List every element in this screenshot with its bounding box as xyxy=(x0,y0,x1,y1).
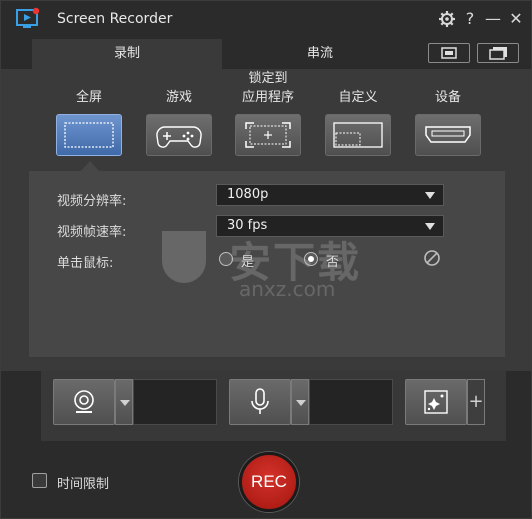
record-button[interactable]: REC xyxy=(239,452,299,512)
watermark-subtext: anxz.com xyxy=(239,277,336,301)
custom-region-icon[interactable] xyxy=(325,114,391,156)
mode-lock-label-line1: 锁定到 xyxy=(248,71,288,86)
mode-custom[interactable]: 自定义 xyxy=(323,69,393,159)
webcam-button[interactable] xyxy=(53,379,115,425)
microphone-button[interactable] xyxy=(229,379,291,425)
record-panel: 全屏 游戏 锁定到 应用程序 自定义 设备 视频分辨率: 1080p 视频帧速率… xyxy=(1,69,531,371)
fullscreen-icon[interactable] xyxy=(56,114,122,156)
screen-recorder-window: Screen Recorder ? — ✕ 录制 串流 全屏 游戏 锁定到 应用… xyxy=(0,0,532,519)
mode-fullscreen[interactable]: 全屏 xyxy=(54,69,124,159)
pip-view-icon xyxy=(489,47,507,60)
help-button[interactable]: ? xyxy=(460,9,480,29)
mode-lock-to-app[interactable]: 锁定到 应用程序 xyxy=(233,69,303,159)
microphone-dropdown[interactable] xyxy=(291,379,309,425)
resolution-value: 1080p xyxy=(227,187,269,202)
mode-game-label: 游戏 xyxy=(165,90,192,105)
chevron-down-icon xyxy=(425,192,435,199)
close-button[interactable]: ✕ xyxy=(506,9,526,29)
tab-stream[interactable]: 串流 xyxy=(222,39,418,69)
lock-to-app-icon[interactable] xyxy=(235,114,301,156)
time-limit-checkbox[interactable] xyxy=(32,473,47,488)
mouse-click-label: 单击鼠标: xyxy=(57,256,114,271)
effects-button[interactable] xyxy=(405,379,467,425)
compact-view-icon xyxy=(441,47,457,59)
pip-view-button[interactable] xyxy=(477,43,519,63)
mode-game[interactable]: 游戏 xyxy=(144,69,214,159)
app-logo-icon xyxy=(16,7,40,28)
webcam-icon xyxy=(74,390,94,413)
webcam-preview xyxy=(133,379,217,425)
compact-view-button[interactable] xyxy=(428,43,470,63)
mode-device[interactable]: 设备 xyxy=(413,69,483,159)
sparkle-effects-icon xyxy=(424,390,448,414)
microphone-icon xyxy=(251,388,269,414)
microphone-level xyxy=(309,379,393,425)
resolution-dropdown[interactable]: 1080p xyxy=(216,184,444,206)
framerate-label: 视频帧速率: xyxy=(57,225,127,240)
resolution-label: 视频分辨率: xyxy=(57,194,127,209)
mode-fullscreen-label: 全屏 xyxy=(75,90,102,105)
mode-lock-label-line2: 应用程序 xyxy=(241,90,294,105)
settings-gear-icon[interactable] xyxy=(437,9,457,29)
app-title: Screen Recorder xyxy=(57,11,173,27)
mode-device-label: 设备 xyxy=(434,90,461,105)
disabled-icon xyxy=(424,250,440,266)
chevron-down-icon xyxy=(425,223,435,230)
input-device-bar: + xyxy=(41,371,506,441)
hdmi-device-icon[interactable] xyxy=(415,114,481,156)
mode-custom-label: 自定义 xyxy=(338,90,378,105)
watermark-shield-icon xyxy=(162,231,206,283)
title-bar: Screen Recorder ? — ✕ xyxy=(1,1,531,39)
minimize-button[interactable]: — xyxy=(483,9,503,29)
selected-mode-pointer xyxy=(81,161,99,171)
gamepad-icon[interactable] xyxy=(146,114,212,156)
add-effect-button[interactable]: + xyxy=(467,379,485,425)
time-limit-label: 时间限制 xyxy=(57,477,110,492)
tab-record[interactable]: 录制 xyxy=(32,39,222,69)
webcam-dropdown[interactable] xyxy=(115,379,133,425)
